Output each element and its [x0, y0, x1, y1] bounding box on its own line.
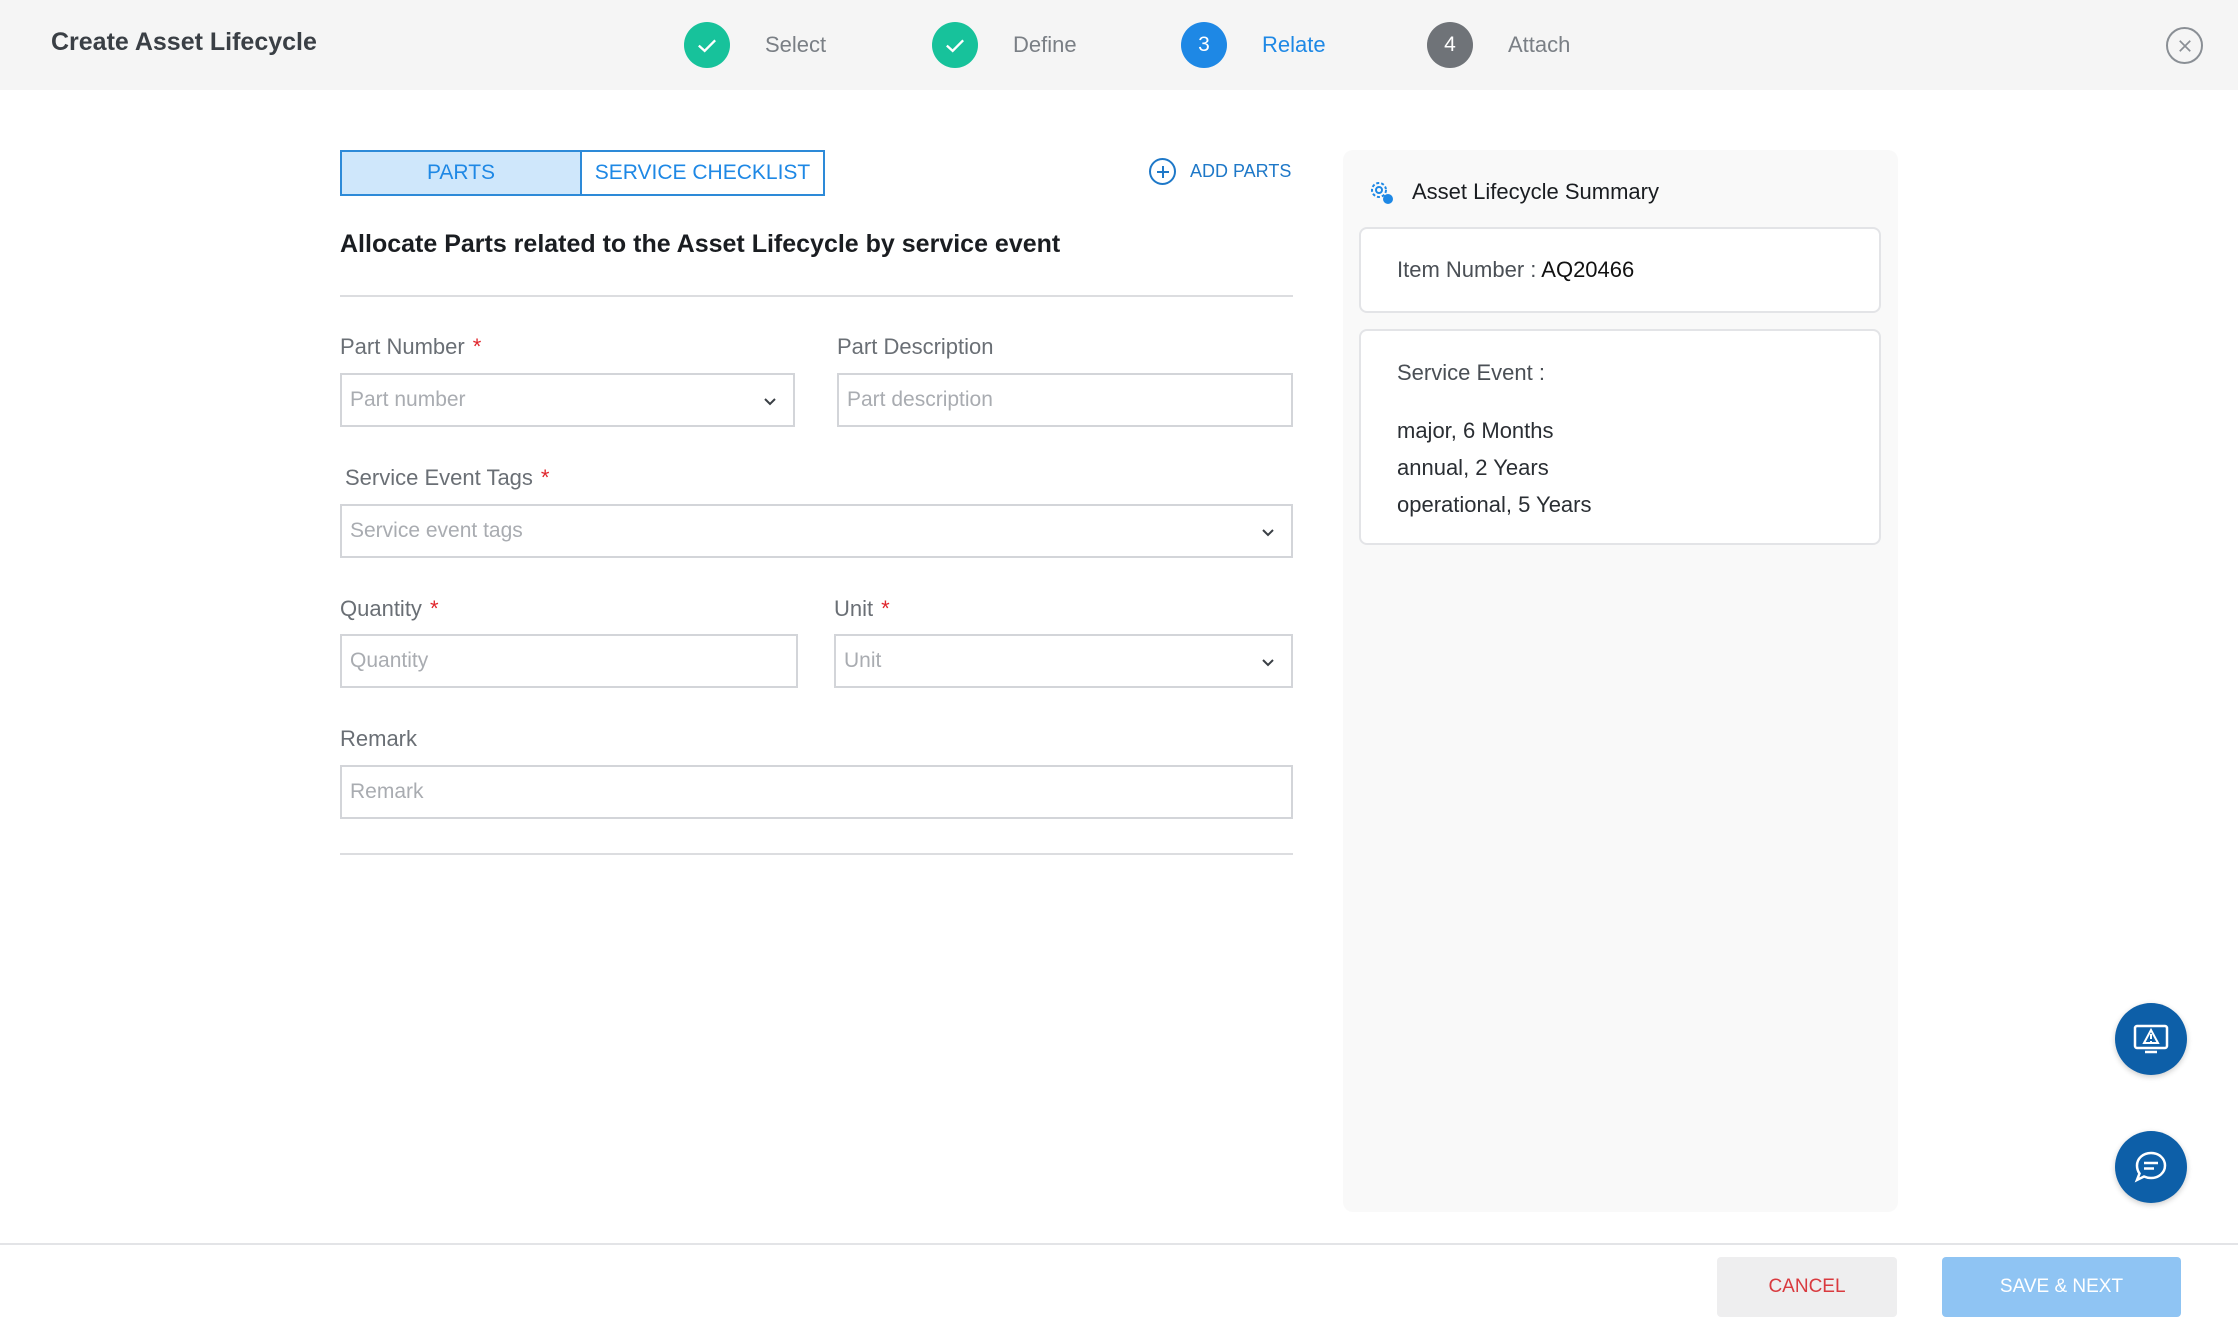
chat-button[interactable]: [2115, 1131, 2187, 1203]
unit-label: Unit *: [834, 596, 890, 622]
header-bar: Create Asset Lifecycle Select Define 3 R…: [0, 0, 2238, 90]
remark-input[interactable]: Remark: [340, 765, 1293, 819]
placeholder-text: Part number: [350, 388, 466, 411]
label-text: Part Number: [340, 334, 465, 359]
step-define[interactable]: Define: [932, 22, 1077, 68]
step-label: Select: [765, 32, 827, 57]
chat-icon: [2134, 1151, 2167, 1183]
plus-circle-icon: [1149, 158, 1176, 185]
close-button[interactable]: [2166, 27, 2203, 64]
tab-bar: PARTS SERVICE CHECKLIST: [340, 150, 825, 196]
label-text: Quantity: [340, 596, 422, 621]
label-text: Unit: [834, 596, 874, 621]
placeholder-text: Quantity: [350, 649, 429, 672]
section-title: Allocate Parts related to the Asset Life…: [340, 230, 1061, 258]
save-next-button[interactable]: SAVE & NEXT: [1942, 1257, 2181, 1317]
close-icon: [2178, 39, 2191, 52]
check-icon: [932, 22, 978, 68]
service-event-label: Service Event :: [1397, 360, 1545, 385]
remark-label: Remark: [340, 726, 417, 752]
placeholder-text: Service event tags: [350, 519, 523, 542]
required-marker: *: [429, 596, 439, 621]
settings-gear-icon: [1371, 182, 1393, 204]
chevron-down-icon: [1262, 659, 1274, 667]
label-text: Service Event Tags: [345, 465, 533, 490]
part-number-select[interactable]: Part number: [340, 373, 795, 427]
step-number: 4: [1427, 22, 1473, 68]
step-relate[interactable]: 3 Relate: [1181, 22, 1326, 68]
placeholder-text: Part description: [847, 388, 993, 411]
check-icon: [684, 22, 730, 68]
cancel-button[interactable]: CANCEL: [1717, 1257, 1897, 1317]
divider: [340, 295, 1293, 297]
footer-divider: [0, 1243, 2238, 1245]
tab-parts[interactable]: PARTS: [340, 150, 582, 196]
summary-header: Asset Lifecycle Summary: [1367, 178, 1659, 206]
service-event-item: operational, 5 Years: [1397, 492, 1592, 517]
part-description-label: Part Description: [837, 334, 994, 360]
service-event-card: Service Event : major, 6 Months annual, …: [1359, 329, 1881, 545]
step-label: Attach: [1508, 32, 1571, 57]
report-issue-button[interactable]: [2115, 1003, 2187, 1075]
required-marker: *: [881, 596, 890, 621]
step-select[interactable]: Select: [684, 22, 826, 68]
service-event-tags-label: Service Event Tags *: [345, 465, 549, 491]
add-parts-button[interactable]: ADD PARTS: [1149, 158, 1291, 185]
page-title: Create Asset Lifecycle: [51, 28, 317, 56]
label-text: Part Description: [837, 334, 994, 359]
chevron-down-icon: [1262, 529, 1274, 537]
quantity-input[interactable]: Quantity: [340, 634, 798, 688]
item-number-row: Item Number : AQ20466: [1397, 257, 1634, 283]
item-number-label: Item Number :: [1397, 257, 1537, 282]
placeholder-text: Remark: [350, 780, 424, 803]
divider: [340, 853, 1293, 855]
label-text: Remark: [340, 726, 418, 751]
quantity-label: Quantity *: [340, 596, 439, 622]
item-number-card: Item Number : AQ20466: [1359, 227, 1881, 313]
summary-panel: Asset Lifecycle Summary Item Number : AQ…: [1343, 150, 1898, 1212]
required-marker: *: [472, 334, 482, 359]
item-number-value: AQ20466: [1541, 257, 1635, 282]
part-number-label: Part Number *: [340, 334, 481, 360]
service-event-item: annual, 2 Years: [1397, 455, 1549, 480]
tab-service-checklist[interactable]: SERVICE CHECKLIST: [582, 150, 825, 196]
placeholder-text: Unit: [844, 649, 882, 672]
monitor-warning-icon: [2133, 1024, 2169, 1054]
summary-title: Asset Lifecycle Summary: [1412, 179, 1659, 204]
step-number: 3: [1181, 22, 1227, 68]
step-label: Define: [1013, 32, 1077, 57]
unit-select[interactable]: Unit: [834, 634, 1293, 688]
chevron-down-icon: [764, 398, 776, 406]
step-label: Relate: [1262, 32, 1326, 57]
service-event-tags-select[interactable]: Service event tags: [340, 504, 1293, 558]
part-description-input[interactable]: Part description: [837, 373, 1293, 427]
add-parts-label: ADD PARTS: [1190, 161, 1292, 181]
required-marker: *: [540, 465, 550, 490]
step-attach[interactable]: 4 Attach: [1427, 22, 1570, 68]
service-event-item: major, 6 Months: [1397, 418, 1554, 443]
